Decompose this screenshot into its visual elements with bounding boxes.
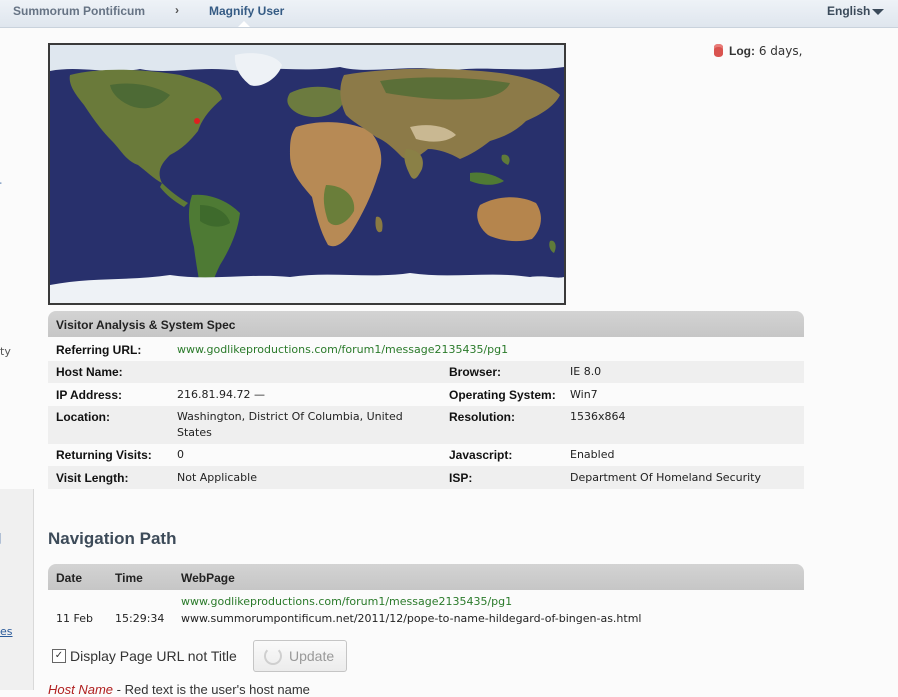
sidebar-fragment-link[interactable]: es: [0, 625, 13, 638]
browser-label: Browser:: [449, 365, 502, 379]
column-date: Date: [56, 571, 83, 585]
column-time: Time: [115, 571, 143, 585]
resolution-label: Resolution:: [449, 410, 515, 424]
javascript-value: Enabled: [570, 448, 615, 461]
row-referring-url: Referring URL: www.godlikeproductions.co…: [48, 337, 804, 361]
display-url-checkbox[interactable]: ✓: [52, 649, 66, 663]
log-indicator: Log: 6 days,: [714, 44, 802, 58]
log-label: Log:: [729, 44, 755, 58]
host-name-label: Host Name:: [56, 365, 123, 379]
resolution-value: 1536x864: [570, 410, 626, 423]
column-webpage: WebPage: [181, 571, 235, 585]
world-map-image: [50, 45, 564, 303]
world-map: [48, 43, 566, 305]
visit-length-value: Not Applicable: [177, 471, 257, 484]
update-button[interactable]: Update: [253, 640, 347, 672]
javascript-label: Javascript:: [449, 448, 513, 462]
operating-system-label: Operating System:: [449, 388, 556, 402]
location-value-line2: States: [177, 426, 212, 439]
location-value-line1: Washington, District Of Columbia, United: [177, 410, 403, 423]
row-host-browser: Host Name: Browser: IE 8.0: [48, 361, 804, 383]
location-label: Location:: [56, 410, 110, 424]
sidebar-fragment-text: ty: [0, 345, 11, 358]
returning-visits-label: Returning Visits:: [56, 448, 152, 462]
nav-time: 15:29:34: [115, 612, 165, 625]
database-icon: [714, 44, 723, 57]
sidebar-fragment-mark[interactable]: -: [0, 176, 2, 189]
navigation-path-title: Navigation Path: [48, 529, 177, 548]
referring-url-link[interactable]: www.godlikeproductions.com/forum1/messag…: [177, 342, 508, 358]
row-ip-os: IP Address: 216.81.94.72 — Operating Sys…: [48, 383, 804, 406]
navigation-table-header: Date Time WebPage: [48, 564, 804, 590]
browser-value: IE 8.0: [570, 365, 602, 378]
breadcrumb-separator-icon: ›: [175, 3, 179, 17]
breadcrumb-bar: Summorum Pontificum › Magnify User Engli…: [0, 0, 898, 28]
update-button-label: Update: [289, 648, 335, 664]
row-visit-isp: Visit Length: Not Applicable ISP: Depart…: [48, 466, 804, 489]
ip-address-label: IP Address:: [56, 388, 123, 402]
refresh-icon: [264, 647, 282, 665]
sidebar-fragment-mark-2[interactable]: |: [0, 531, 2, 544]
operating-system-value: Win7: [570, 388, 598, 401]
table-row: 11 Feb 15:29:34 www.godlikeproductions.c…: [48, 590, 804, 630]
isp-label: ISP:: [449, 471, 473, 485]
left-panel: [0, 489, 34, 690]
row-location-resolution: Location: Washington, District Of Columb…: [48, 406, 804, 444]
nav-referrer-link[interactable]: www.godlikeproductions.com/forum1/messag…: [181, 594, 512, 610]
visitor-analysis-title: Visitor Analysis & System Spec: [56, 318, 236, 332]
log-value: 6 days,: [758, 44, 803, 58]
language-selector[interactable]: English: [827, 4, 870, 18]
breadcrumb-site-link[interactable]: Summorum Pontificum: [13, 4, 145, 18]
ip-address-value: 216.81.94.72 —: [177, 388, 265, 401]
nav-page-link[interactable]: www.summorumpontificum.net/2011/12/pope-…: [181, 611, 641, 627]
visitor-analysis-header: Visitor Analysis & System Spec: [48, 311, 804, 337]
isp-value: Department Of Homeland Security: [570, 471, 761, 484]
display-url-checkbox-label[interactable]: Display Page URL not Title: [70, 648, 237, 664]
referring-url-label: Referring URL:: [56, 343, 142, 357]
caret-down-icon[interactable]: [872, 9, 884, 15]
breadcrumb-current[interactable]: Magnify User: [209, 4, 284, 18]
row-returning-javascript: Returning Visits: 0 Javascript: Enabled: [48, 444, 804, 466]
active-tab-marker: [238, 21, 250, 27]
returning-visits-value: 0: [177, 448, 184, 461]
nav-date: 11 Feb: [56, 612, 93, 625]
visit-length-label: Visit Length:: [56, 471, 129, 485]
visitor-location-marker: [194, 118, 200, 124]
